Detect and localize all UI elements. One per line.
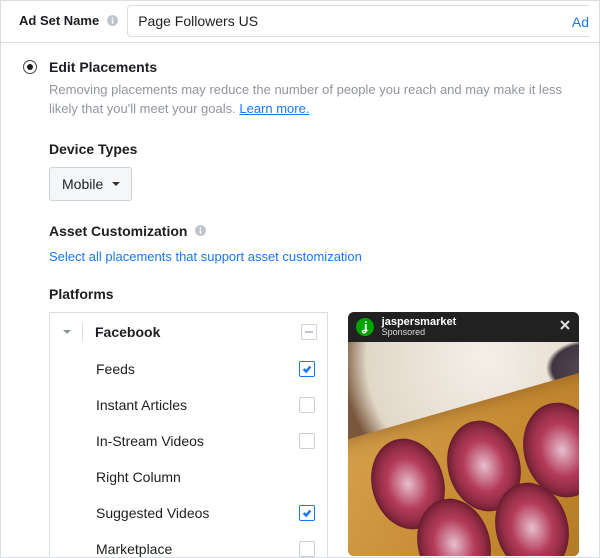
radio-icon (23, 60, 37, 74)
ad-set-name-label: Ad Set Name (19, 13, 99, 28)
platform-item[interactable]: Right Column (50, 459, 327, 495)
brand-logo-icon: ʝ (356, 318, 374, 336)
platform-group-name: Facebook (95, 324, 301, 340)
platform-item-label: Instant Articles (96, 397, 299, 413)
preview-sponsored: Sponsored (382, 328, 551, 337)
platforms-label: Platforms (49, 286, 579, 302)
chevron-down-icon (62, 327, 74, 337)
close-icon[interactable] (559, 318, 571, 336)
info-icon[interactable] (105, 14, 119, 28)
platform-group-row[interactable]: Facebook (50, 313, 327, 351)
ad-preview: ʝ jaspersmarket Sponsored (348, 312, 579, 556)
platform-item-label: In-Stream Videos (96, 433, 299, 449)
edit-placements-description: Removing placements may reduce the numbe… (49, 81, 579, 119)
right-action-cropped[interactable]: Ad (564, 5, 589, 37)
platform-panel: Facebook Feeds Instant Articles In-Stream … (49, 312, 328, 558)
platform-item-label: Right Column (96, 469, 315, 485)
platform-item-label: Feeds (96, 361, 299, 377)
platform-item[interactable]: Feeds (50, 351, 327, 387)
ad-set-name-bar: Ad Set Name Ad (1, 1, 599, 43)
checkbox[interactable] (299, 397, 315, 413)
platform-item-label: Marketplace (96, 541, 299, 557)
learn-more-link[interactable]: Learn more. (239, 101, 309, 116)
checkbox[interactable] (299, 361, 315, 377)
platform-item[interactable]: Suggested Videos (50, 495, 327, 531)
platform-item[interactable]: Instant Articles (50, 387, 327, 423)
select-all-asset-link[interactable]: Select all placements that support asset… (49, 249, 579, 264)
info-icon[interactable] (193, 224, 207, 238)
ad-preview-bar: ʝ jaspersmarket Sponsored (348, 312, 579, 342)
platform-item[interactable]: In-Stream Videos (50, 423, 327, 459)
checkbox[interactable] (299, 433, 315, 449)
asset-customization-label: Asset Customization (49, 223, 579, 239)
checkbox[interactable] (299, 541, 315, 557)
platform-item-label: Suggested Videos (96, 505, 299, 521)
ad-set-name-input[interactable] (127, 5, 564, 37)
checkbox-mixed[interactable] (301, 324, 317, 340)
caret-down-icon (111, 176, 121, 192)
platform-item[interactable]: Marketplace (50, 531, 327, 558)
checkbox[interactable] (299, 505, 315, 521)
device-types-value: Mobile (62, 176, 103, 192)
divider (82, 323, 83, 341)
edit-placements-option[interactable]: Edit Placements (23, 59, 579, 75)
edit-placements-title: Edit Placements (49, 59, 157, 75)
device-types-label: Device Types (49, 141, 579, 157)
ad-image (348, 342, 579, 556)
device-types-dropdown[interactable]: Mobile (49, 167, 132, 201)
